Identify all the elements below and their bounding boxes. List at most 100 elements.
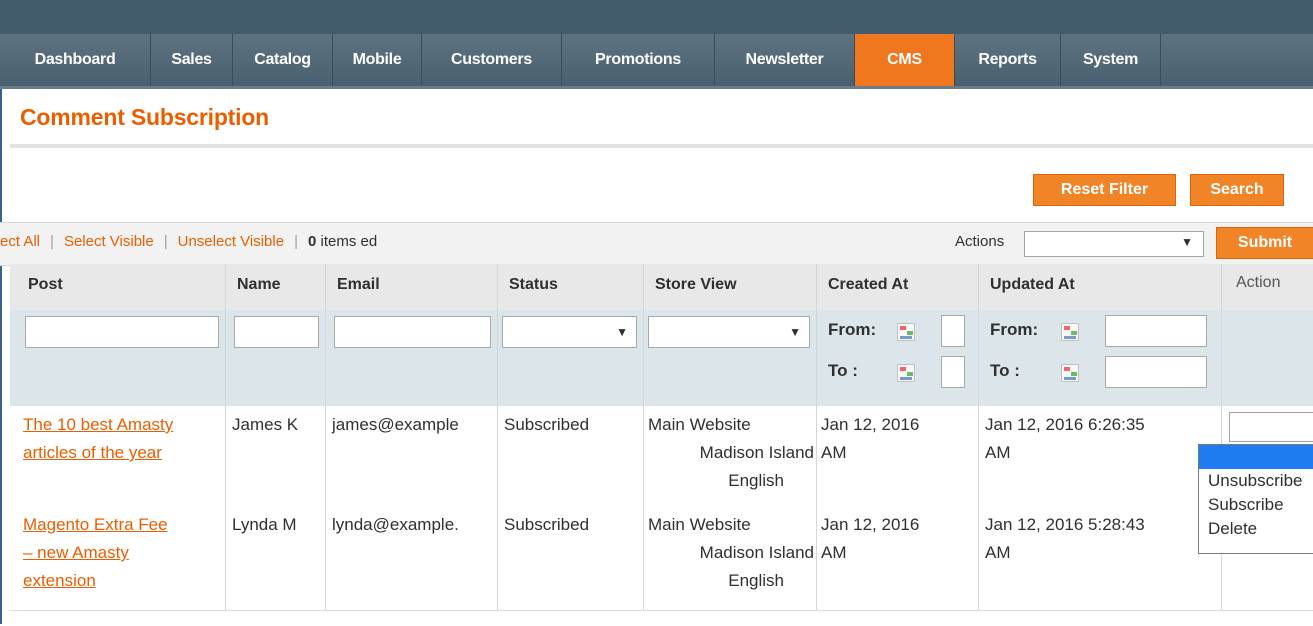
name-cell: James K <box>232 415 299 434</box>
dropdown-option-subscribe[interactable]: Subscribe <box>1199 493 1313 517</box>
row-action-select[interactable] <box>1229 412 1313 442</box>
updated-at-cell: Jan 12, 2016 6:26:35 AM <box>985 411 1145 467</box>
column-action: Action <box>1236 274 1281 291</box>
search-button[interactable]: Search <box>1190 174 1284 206</box>
updated-from-label: From: <box>990 320 1039 339</box>
post-filter-input[interactable] <box>25 316 219 348</box>
created-from-input[interactable] <box>941 315 965 347</box>
store-line: Madison Island <box>699 443 814 462</box>
nav-cms[interactable]: CMS <box>855 34 955 86</box>
store-line: Main Website <box>648 515 751 534</box>
created-line: Jan 12, 2016 <box>821 515 920 534</box>
column-status[interactable]: Status <box>509 276 558 294</box>
submit-button[interactable]: Submit <box>1216 227 1313 259</box>
created-line: Jan 12, 2016 <box>821 415 920 434</box>
updated-line: AM <box>985 443 1011 462</box>
post-link[interactable]: – new Amasty <box>23 539 168 567</box>
actions-label: Actions <box>955 233 1005 250</box>
actions-select[interactable]: ▼ <box>1024 231 1204 257</box>
chevron-down-icon: ▼ <box>616 325 628 339</box>
store-line: English <box>728 471 784 490</box>
chevron-down-icon: ▼ <box>789 325 801 339</box>
column-name[interactable]: Name <box>237 276 281 294</box>
updated-to-input[interactable] <box>1105 356 1207 388</box>
grid-header: Post Name Email Status Store View Create… <box>10 264 1313 311</box>
nav-reports[interactable]: Reports <box>955 34 1061 86</box>
dropdown-option-delete[interactable]: Delete <box>1199 517 1313 541</box>
table-row: Magento Extra Fee – new Amasty extension… <box>10 506 1313 611</box>
dropdown-option-unsubscribe[interactable]: Unsubscribe <box>1199 469 1313 493</box>
store-view-cell: Main Website Madison Island English <box>648 511 814 595</box>
created-line: AM <box>821 543 847 562</box>
column-store-view[interactable]: Store View <box>655 276 737 294</box>
email-cell: james@example <box>332 415 459 434</box>
nav-dashboard[interactable]: Dashboard <box>0 34 151 86</box>
title-divider <box>10 144 1313 148</box>
column-divider <box>643 264 644 610</box>
status-filter-select[interactable]: ▼ <box>502 316 637 348</box>
email-filter-input[interactable] <box>334 316 491 348</box>
column-divider <box>497 264 498 610</box>
calendar-icon[interactable] <box>897 323 915 341</box>
column-updated-at[interactable]: Updated At <box>990 276 1075 294</box>
main-nav: Dashboard Sales Catalog Mobile Customers… <box>0 34 1313 89</box>
unselect-visible-link[interactable]: Unselect Visible <box>178 233 284 250</box>
created-line: AM <box>821 443 847 462</box>
created-from-label: From: <box>828 320 877 339</box>
updated-line: Jan 12, 2016 5:28:43 <box>985 515 1145 534</box>
updated-to-label: To : <box>990 361 1020 380</box>
page-title: Comment Subscription <box>20 104 270 130</box>
calendar-icon[interactable] <box>1061 323 1079 341</box>
updated-line: Jan 12, 2016 6:26:35 <box>985 415 1145 434</box>
dropdown-option-blank[interactable] <box>1199 445 1313 469</box>
select-visible-link[interactable]: Select Visible <box>64 233 154 250</box>
post-link[interactable]: The 10 best Amasty <box>23 411 173 439</box>
store-line: Main Website <box>648 415 751 434</box>
created-to-label: To : <box>828 361 858 380</box>
updated-at-cell: Jan 12, 2016 5:28:43 AM <box>985 511 1145 567</box>
selected-count: 0 items ed <box>308 233 377 250</box>
select-all-link[interactable]: ect All <box>0 233 40 250</box>
nav-sales[interactable]: Sales <box>151 34 233 86</box>
post-cell: Magento Extra Fee – new Amasty extension <box>23 511 168 595</box>
calendar-icon[interactable] <box>897 364 915 382</box>
column-created-at[interactable]: Created At <box>828 276 908 294</box>
store-view-cell: Main Website Madison Island English <box>648 411 814 495</box>
store-line: Madison Island <box>699 543 814 562</box>
updated-line: AM <box>985 543 1011 562</box>
post-link[interactable]: Magento Extra Fee <box>23 511 168 539</box>
column-post[interactable]: Post <box>28 276 63 294</box>
column-divider <box>816 264 817 610</box>
post-link[interactable]: articles of the year <box>23 439 173 467</box>
nav-customers[interactable]: Customers <box>422 34 562 86</box>
created-at-cell: Jan 12, 2016 AM <box>821 511 919 567</box>
nav-system[interactable]: System <box>1061 34 1161 86</box>
store-line: English <box>728 571 784 590</box>
nav-promotions[interactable]: Promotions <box>562 34 715 86</box>
column-email[interactable]: Email <box>337 276 380 294</box>
chevron-down-icon: ▼ <box>1181 235 1193 249</box>
column-divider <box>1221 264 1222 610</box>
calendar-icon[interactable] <box>1061 364 1079 382</box>
separator: | <box>163 233 168 250</box>
post-cell: The 10 best Amasty articles of the year <box>23 411 173 467</box>
column-divider <box>225 264 226 610</box>
nav-newsletter[interactable]: Newsletter <box>715 34 855 86</box>
reset-filter-button[interactable]: Reset Filter <box>1033 174 1176 206</box>
status-cell: Subscribed <box>504 415 590 434</box>
separator: | <box>294 233 298 250</box>
column-divider <box>325 264 326 610</box>
row-action-dropdown: Unsubscribe Subscribe Delete <box>1198 444 1313 554</box>
name-cell: Lynda M <box>232 515 297 534</box>
nav-catalog[interactable]: Catalog <box>233 34 333 86</box>
created-at-cell: Jan 12, 2016 AM <box>821 411 919 467</box>
updated-from-input[interactable] <box>1105 315 1207 347</box>
column-divider <box>978 264 979 610</box>
massaction-bar: ect All | Select Visible | Unselect Visible |… <box>0 222 1313 266</box>
nav-mobile[interactable]: Mobile <box>333 34 422 86</box>
post-link[interactable]: extension <box>23 567 168 595</box>
created-to-input[interactable] <box>941 356 965 388</box>
selected-count-suffix: items ed <box>316 233 378 250</box>
name-filter-input[interactable] <box>234 316 319 348</box>
store-view-filter-select[interactable]: ▼ <box>648 316 810 348</box>
